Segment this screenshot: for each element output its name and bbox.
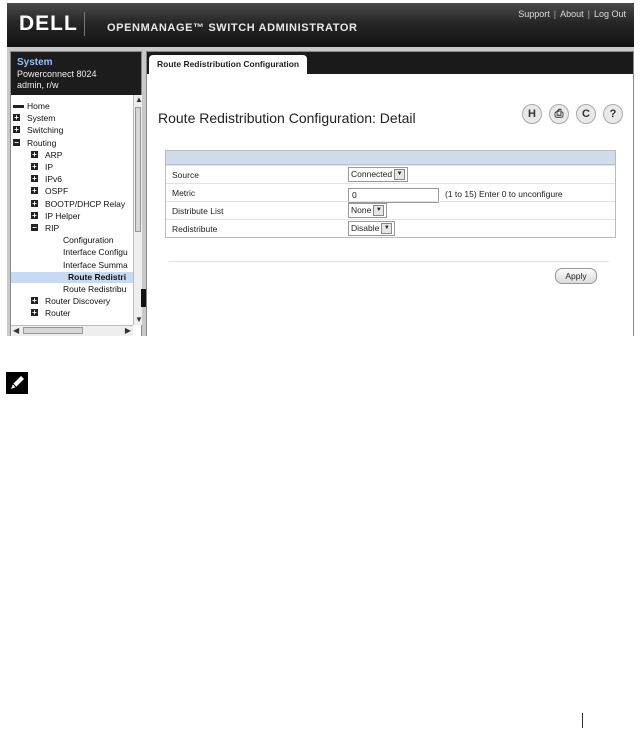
- screenshot-window: DELL OPENMANAGE™ SWITCH ADMINISTRATOR Su…: [7, 3, 634, 336]
- tree-item-label: Routing: [27, 137, 57, 148]
- table-header: [166, 151, 615, 165]
- source-row: Source Connected ▼: [166, 165, 615, 183]
- expand-icon[interactable]: +: [13, 114, 20, 122]
- tree-item-label: Router: [45, 308, 71, 319]
- system-info-box: System Powerconnect 8024 admin, r/w: [11, 52, 141, 95]
- system-user: admin, r/w: [17, 80, 59, 90]
- distribute-row: Distribute List None ▼: [166, 201, 615, 219]
- logout-link[interactable]: Log Out: [594, 9, 626, 19]
- tree-item-label: BOOTP/DHCP Relay: [45, 198, 126, 209]
- tree-item[interactable]: Route Redistri: [11, 271, 133, 283]
- footer-rule: [582, 713, 583, 728]
- navigation-tree: Home + System + Switching − Routing + ARP + IP + IPv…: [11, 95, 133, 325]
- tab-bar: Route Redistribution Configuration: [147, 52, 633, 74]
- dropdown-arrow-icon[interactable]: ▼: [394, 169, 406, 180]
- tree-item-label: System: [27, 113, 56, 124]
- redistribute-row: Redistribute Disable ▼: [166, 219, 615, 237]
- expand-icon[interactable]: +: [31, 199, 38, 207]
- tree-item-label: Switching: [27, 125, 64, 136]
- redistribute-select[interactable]: Disable ▼: [348, 221, 396, 236]
- tree-horizontal-scrollbar[interactable]: ◀ ▶: [11, 325, 133, 336]
- tree-item-label: OSPF: [45, 186, 69, 197]
- distribute-select[interactable]: None ▼: [348, 203, 388, 218]
- expand-icon[interactable]: +: [13, 126, 20, 134]
- tab-route-redistribution[interactable]: Route Redistribution Configuration: [149, 55, 308, 74]
- distribute-label: Distribute List: [172, 206, 224, 216]
- note-pencil-icon: [6, 372, 28, 394]
- metric-label: Metric: [172, 188, 196, 198]
- page-title: Route Redistribution Configuration: Deta…: [158, 110, 416, 126]
- app-header: DELL OPENMANAGE™ SWITCH ADMINISTRATOR Su…: [7, 3, 634, 47]
- support-link[interactable]: Support: [518, 9, 550, 19]
- dropdown-arrow-icon[interactable]: ▼: [381, 223, 393, 234]
- app-title: OPENMANAGE™ SWITCH ADMINISTRATOR: [107, 22, 358, 34]
- collapse-icon[interactable]: −: [13, 138, 20, 146]
- tree-item-label: Route Redistribu: [63, 284, 127, 294]
- tree-item-label: RIP: [45, 223, 60, 233]
- tree-item-label: IPv6: [45, 174, 63, 185]
- about-link[interactable]: About: [560, 9, 584, 19]
- expand-icon[interactable]: +: [31, 163, 38, 171]
- expand-icon[interactable]: +: [31, 175, 38, 183]
- tree-item-label: Configuration: [63, 235, 114, 246]
- metric-row: Metric 0 (1 to 15) Enter 0 to unconfigure: [166, 183, 615, 203]
- metric-hint: (1 to 15) Enter 0 to unconfigure: [445, 189, 563, 199]
- expand-icon[interactable]: +: [31, 211, 38, 219]
- expand-icon[interactable]: +: [31, 309, 38, 317]
- tree-item-label: ARP: [45, 149, 63, 160]
- scroll-left-icon[interactable]: ◀: [13, 326, 19, 336]
- scroll-down-icon[interactable]: ▼: [135, 315, 143, 325]
- tree-item-label: Interface Configu: [63, 247, 128, 258]
- config-table: Source Connected ▼ Metric 0 (1 to 15) Ente…: [165, 150, 616, 238]
- tree-item-label: Router Discovery: [45, 296, 111, 307]
- apply-button[interactable]: Apply: [555, 268, 597, 284]
- system-model: Powerconnect 8024: [17, 69, 97, 79]
- dell-logo: DELL: [19, 12, 78, 35]
- vertical-scroll-thumb[interactable]: [135, 107, 141, 232]
- home-icon: [13, 105, 24, 108]
- tree-item-label: Interface Summa: [63, 259, 128, 270]
- expand-icon[interactable]: +: [31, 150, 38, 158]
- navigation-panel: System Powerconnect 8024 admin, r/w Home…: [10, 51, 143, 336]
- tree-item-label: Route Redistri: [68, 271, 127, 282]
- source-select[interactable]: Connected ▼: [348, 167, 409, 182]
- divider: [169, 261, 609, 262]
- horizontal-scroll-thumb[interactable]: [23, 327, 83, 334]
- tree-item-label: IP Helper: [45, 210, 81, 221]
- tree-item-label: IP: [45, 162, 54, 172]
- tree-item-label: Home: [27, 101, 50, 111]
- print-icon[interactable]: ⎙: [549, 104, 569, 124]
- refresh-icon[interactable]: C: [576, 104, 596, 124]
- source-label: Source: [172, 170, 199, 180]
- top-links: Support | About | Log Out: [518, 9, 626, 19]
- expand-icon[interactable]: +: [31, 187, 38, 195]
- dropdown-arrow-icon[interactable]: ▼: [373, 205, 385, 216]
- expand-icon[interactable]: +: [31, 297, 38, 305]
- redistribute-label: Redistribute: [172, 224, 218, 234]
- content-panel: Route Redistribution Configuration Route…: [146, 51, 634, 336]
- help-icon[interactable]: ?: [603, 104, 623, 124]
- save-icon[interactable]: H: [522, 104, 542, 124]
- scroll-up-icon[interactable]: ▲: [135, 95, 143, 105]
- header-separator: [84, 12, 85, 36]
- scroll-right-icon[interactable]: ▶: [125, 326, 131, 336]
- collapse-icon[interactable]: −: [31, 224, 38, 232]
- system-title[interactable]: System: [17, 57, 53, 68]
